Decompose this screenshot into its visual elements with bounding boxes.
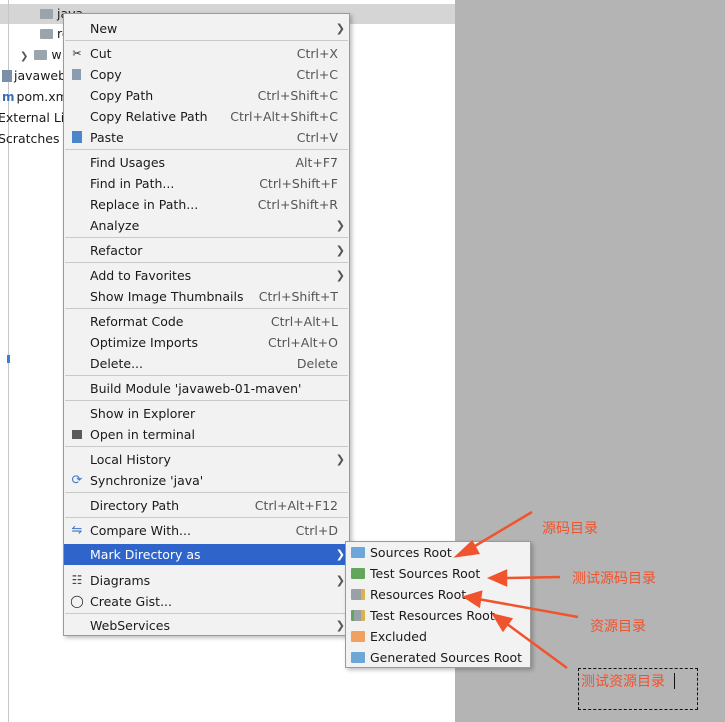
submenu-item-test-sources-root[interactable]: Test Sources Root xyxy=(346,563,530,584)
chevron-right-icon: ❯ xyxy=(335,219,345,232)
sync-icon: ⟳ xyxy=(71,473,83,488)
chevron-right-icon: ❯ xyxy=(335,244,345,257)
menu-separator xyxy=(65,237,348,238)
menu-item-paste[interactable]: Paste Ctrl+V xyxy=(64,127,349,148)
mark-directory-submenu: Sources Root Test Sources Root Resources… xyxy=(345,541,531,668)
chevron-right-icon: ❯ xyxy=(335,619,345,632)
folder-icon xyxy=(34,50,48,60)
menu-separator xyxy=(65,517,348,518)
menu-item-mark-directory-as[interactable]: Mark Directory as ❯ xyxy=(64,544,349,565)
menu-item-build-module[interactable]: Build Module 'javaweb-01-maven' xyxy=(64,378,349,399)
resources-folder-icon xyxy=(351,589,365,600)
chevron-right-icon[interactable]: ❯ xyxy=(20,47,28,67)
menu-item-find-in-path[interactable]: Find in Path... Ctrl+Shift+F xyxy=(64,173,349,194)
submenu-item-generated-sources-root[interactable]: Generated Sources Root xyxy=(346,647,530,668)
annotation-resources: 资源目录 xyxy=(590,619,646,635)
menu-item-reformat-code[interactable]: Reformat Code Ctrl+Alt+L xyxy=(64,311,349,332)
folder-icon xyxy=(40,9,53,19)
menu-separator xyxy=(65,40,348,41)
compare-icon: ⇋ xyxy=(71,523,83,538)
annotation-test-sources: 测试源码目录 xyxy=(572,571,656,587)
submenu-item-excluded[interactable]: Excluded xyxy=(346,626,530,647)
menu-item-cut[interactable]: ✂ Cut Ctrl+X xyxy=(64,43,349,64)
menu-item-analyze[interactable]: Analyze ❯ xyxy=(64,215,349,236)
folder-icon xyxy=(351,547,365,558)
annotation-textbox[interactable]: 测试资源目录 xyxy=(578,668,698,710)
annotation-test-resources: 测试资源目录 xyxy=(581,674,665,690)
menu-item-show-in-explorer[interactable]: Show in Explorer xyxy=(64,403,349,424)
menu-item-show-image-thumbnails[interactable]: Show Image Thumbnails Ctrl+Shift+T xyxy=(64,286,349,307)
menu-item-local-history[interactable]: Local History ❯ xyxy=(64,449,349,470)
chevron-right-icon: ❯ xyxy=(335,269,345,282)
chevron-right-icon: ❯ xyxy=(335,574,345,587)
test-resources-folder-icon xyxy=(351,610,365,621)
menu-item-directory-path[interactable]: Directory Path Ctrl+Alt+F12 xyxy=(64,495,349,516)
menu-item-copy[interactable]: Copy Ctrl+C xyxy=(64,64,349,85)
menu-separator xyxy=(65,375,348,376)
menu-separator xyxy=(65,492,348,493)
github-icon: ◯ xyxy=(70,594,84,608)
chevron-right-icon: ❯ xyxy=(335,22,345,35)
menu-item-webservices[interactable]: WebServices ❯ xyxy=(64,615,349,636)
menu-separator xyxy=(65,262,348,263)
folder-icon xyxy=(351,568,365,579)
maven-icon: m xyxy=(2,90,15,104)
menu-separator xyxy=(65,400,348,401)
annotation-sources: 源码目录 xyxy=(542,521,598,537)
context-menu: New ❯ ✂ Cut Ctrl+X Copy Ctrl+C Copy Path… xyxy=(63,13,350,636)
text-caret xyxy=(674,673,675,689)
submenu-item-sources-root[interactable]: Sources Root xyxy=(346,542,530,563)
menu-item-copy-path[interactable]: Copy Path Ctrl+Shift+C xyxy=(64,85,349,106)
menu-item-compare-with[interactable]: ⇋ Compare With... Ctrl+D xyxy=(64,520,349,541)
submenu-item-test-resources-root[interactable]: Test Resources Root xyxy=(346,605,530,626)
menu-item-open-in-terminal[interactable]: Open in terminal xyxy=(64,424,349,445)
menu-item-copy-relative-path[interactable]: Copy Relative Path Ctrl+Alt+Shift+C xyxy=(64,106,349,127)
menu-item-add-to-favorites[interactable]: Add to Favorites ❯ xyxy=(64,265,349,286)
menu-separator xyxy=(65,613,348,614)
tree-item-external[interactable]: External Lib xyxy=(0,108,72,128)
generated-folder-icon xyxy=(351,652,365,663)
menu-item-refactor[interactable]: Refactor ❯ xyxy=(64,240,349,261)
menu-item-replace-in-path[interactable]: Replace in Path... Ctrl+Shift+R xyxy=(64,194,349,215)
paste-icon xyxy=(72,131,82,143)
scissors-icon: ✂ xyxy=(72,47,82,60)
menu-item-create-gist[interactable]: ◯ Create Gist... xyxy=(64,591,349,612)
submenu-item-resources-root[interactable]: Resources Root xyxy=(346,584,530,605)
diagram-icon: ☷ xyxy=(71,573,83,587)
menu-separator xyxy=(65,149,348,150)
tree-marker xyxy=(7,355,10,363)
tree-item-pom[interactable]: m pom.xm xyxy=(2,87,68,107)
menu-separator xyxy=(65,446,348,447)
menu-item-diagrams[interactable]: ☷ Diagrams ❯ xyxy=(64,570,349,591)
folder-icon xyxy=(40,29,53,39)
tree-item-javaweb[interactable]: javaweb xyxy=(2,66,66,86)
tree-folder-w[interactable]: ❯ w xyxy=(20,45,62,65)
menu-item-new[interactable]: New ❯ xyxy=(64,18,349,39)
terminal-icon xyxy=(72,430,82,439)
chevron-right-icon: ❯ xyxy=(335,548,345,561)
copy-icon xyxy=(72,69,81,80)
menu-item-delete[interactable]: Delete... Delete xyxy=(64,353,349,374)
file-icon xyxy=(2,70,12,82)
menu-item-synchronize[interactable]: ⟳ Synchronize 'java' xyxy=(64,470,349,491)
excluded-folder-icon xyxy=(351,631,365,642)
menu-item-optimize-imports[interactable]: Optimize Imports Ctrl+Alt+O xyxy=(64,332,349,353)
menu-separator xyxy=(65,308,348,309)
chevron-right-icon: ❯ xyxy=(335,453,345,466)
menu-item-find-usages[interactable]: Find Usages Alt+F7 xyxy=(64,152,349,173)
